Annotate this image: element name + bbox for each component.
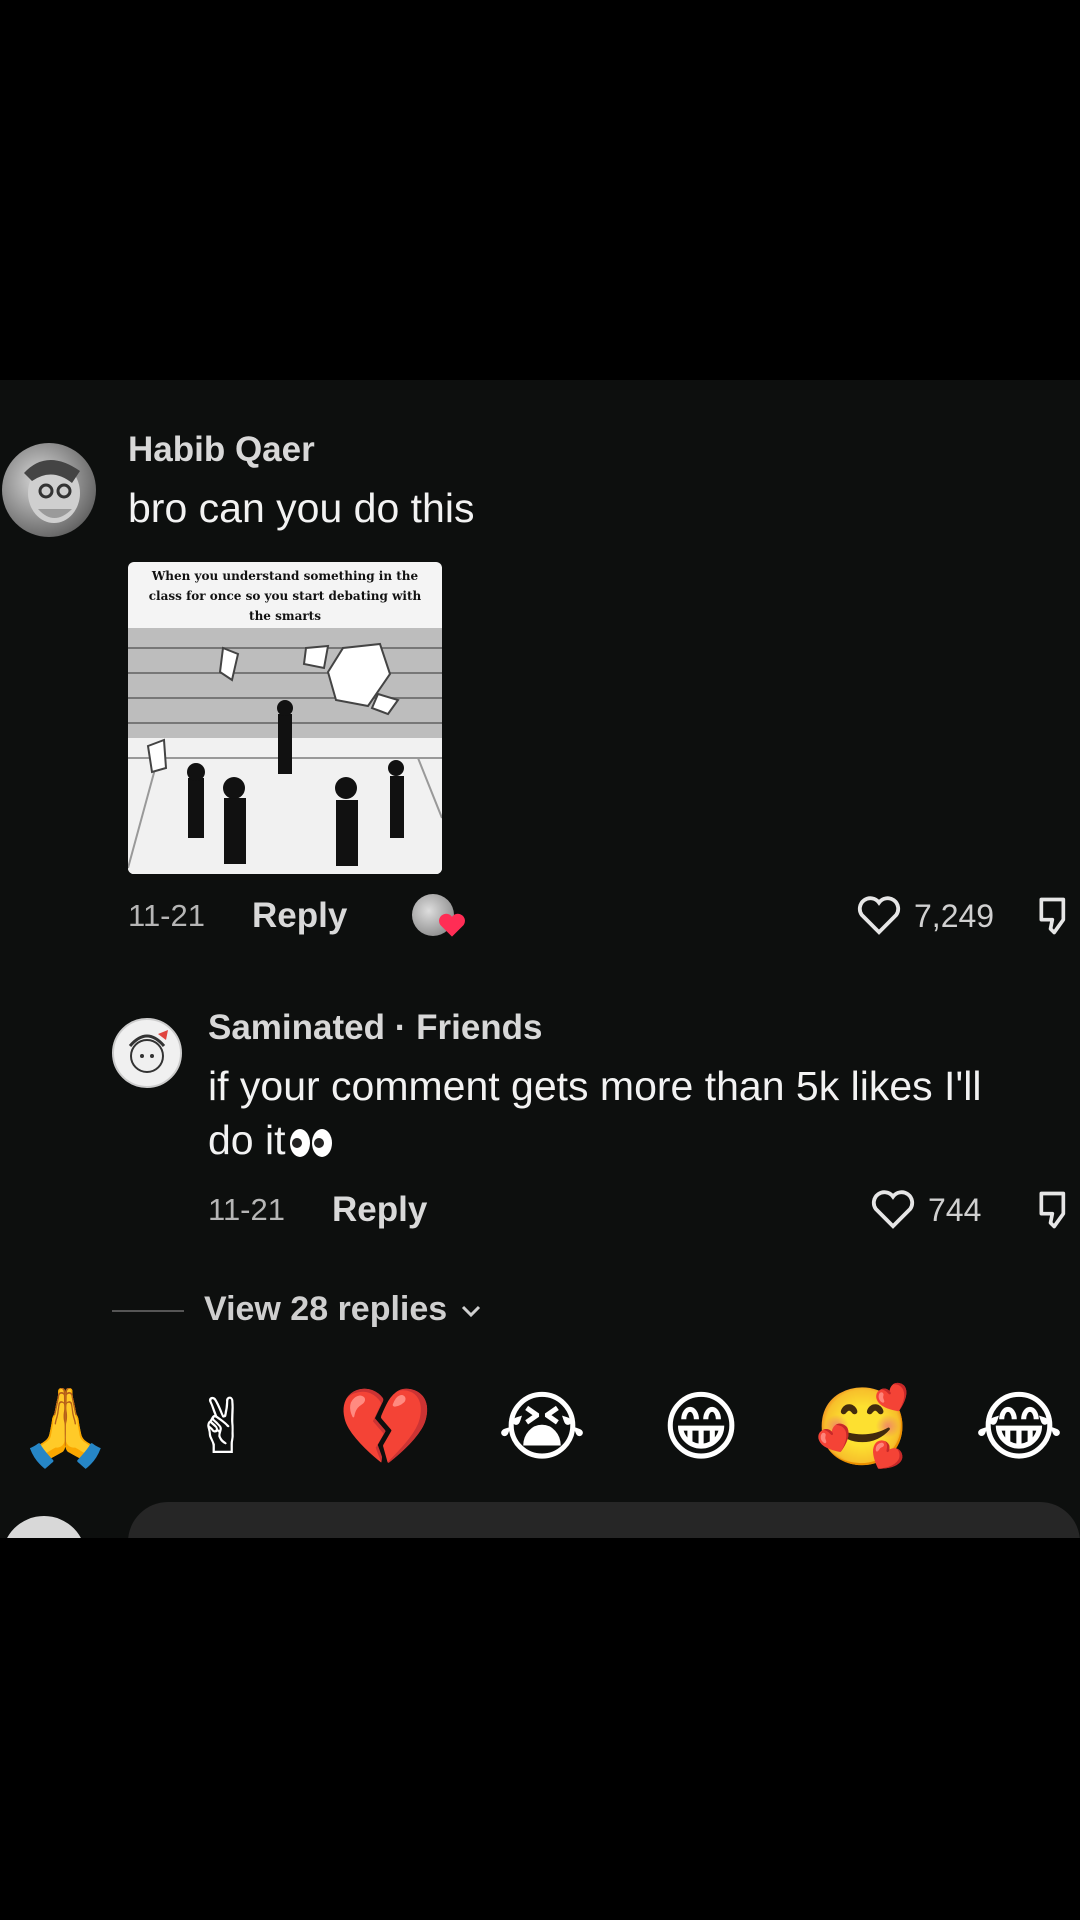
reply-author-avatar[interactable] [112, 1018, 182, 1088]
reply-text-line-2-text: do it [208, 1117, 286, 1163]
manga-panel-illustration [128, 628, 442, 874]
emoji-crying-face[interactable]: 😭 [497, 1382, 587, 1472]
emoji-tears-of-joy[interactable]: 😂 [974, 1382, 1064, 1472]
replies-divider-line [112, 1310, 184, 1312]
comment-text: bro can you do this [128, 485, 475, 531]
chevron-down-icon [461, 1305, 480, 1318]
commenter-avatar[interactable] [2, 443, 96, 537]
bottom-mask [0, 1538, 1080, 1920]
creator-heart-icon [439, 913, 465, 937]
comment-like-count: 7,249 [914, 898, 995, 934]
avatar-drawing-icon [128, 1030, 168, 1073]
reply-heart-outline-icon[interactable] [870, 1188, 916, 1230]
heart-outline-icon[interactable] [856, 894, 902, 936]
reply-text-line-1: if your comment gets more than 5k likes … [208, 1063, 982, 1109]
comments-panel [0, 380, 1080, 1538]
thumbs-down-icon[interactable] [1034, 894, 1078, 938]
comment-author[interactable]: Habib Qaer [128, 430, 315, 470]
eyes-emoji-icon [289, 1129, 332, 1158]
view-replies-label: View 28 replies [204, 1290, 448, 1328]
emoji-broken-heart[interactable]: 💔 [338, 1382, 433, 1472]
reply-reply-button[interactable]: Reply [332, 1190, 427, 1230]
comment-date: 11-21 [128, 898, 205, 933]
meme-caption: When you understand something in the cla… [148, 569, 422, 623]
emoji-folded-hands[interactable]: 🙏 [18, 1382, 113, 1472]
view-replies-button[interactable]: View 28 replies [204, 1290, 483, 1329]
emoji-smiling-hearts[interactable]: 🥰 [815, 1382, 910, 1472]
emoji-victory-hand[interactable]: ✌ [178, 1382, 268, 1472]
reply-text-line-2: do it [208, 1112, 334, 1168]
avatar-portrait-icon [24, 459, 80, 523]
reply-thumbs-down-icon[interactable] [1034, 1188, 1078, 1232]
comment-attached-image[interactable]: When you understand something in the cla… [128, 562, 442, 874]
reply-author[interactable]: Saminated · Friends [208, 1008, 543, 1048]
emoji-grinning-face[interactable]: 😁 [656, 1382, 746, 1472]
reply-date: 11-21 [208, 1192, 285, 1227]
reply-like-count: 744 [928, 1192, 982, 1228]
comment-reply-button[interactable]: Reply [252, 896, 347, 936]
